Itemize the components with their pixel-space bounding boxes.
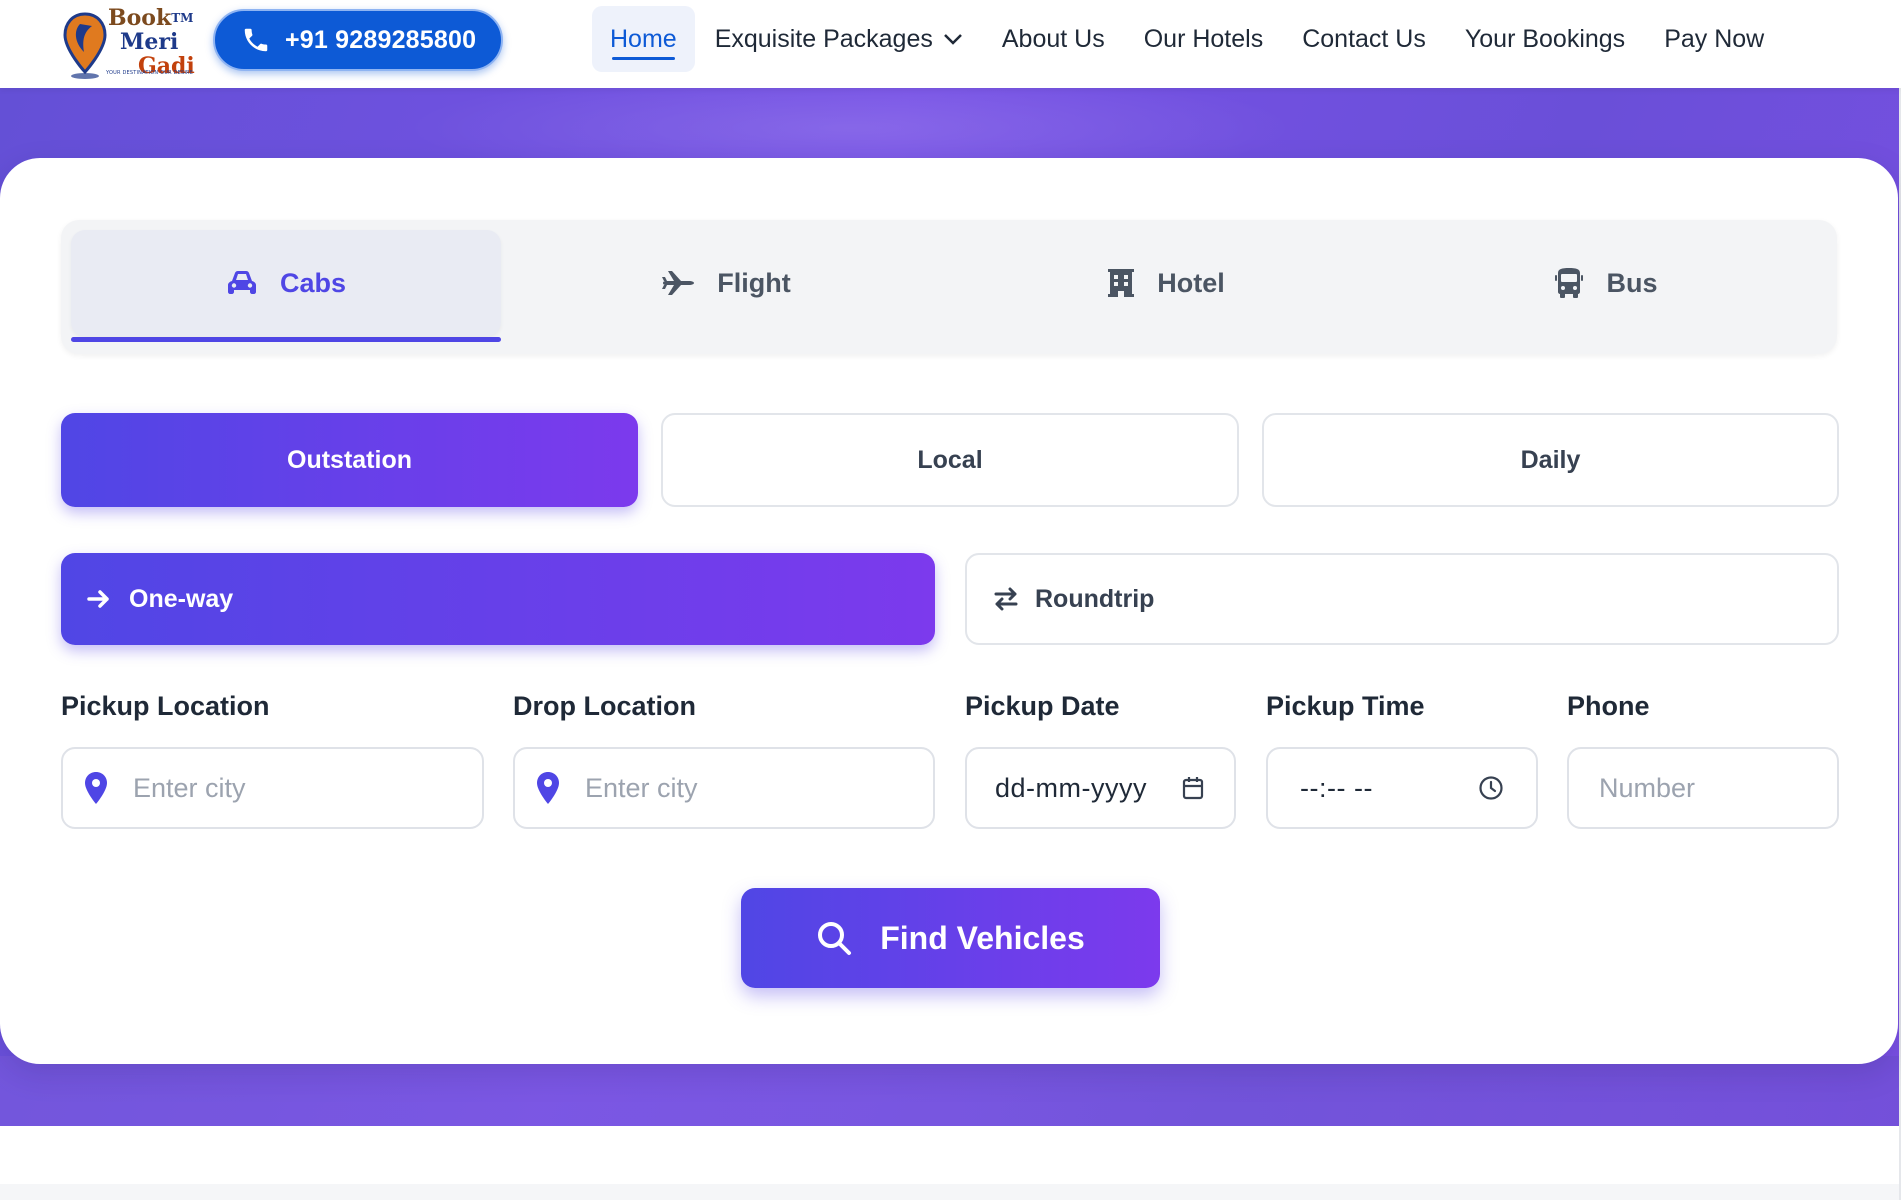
phone-number: +91 9289285800	[285, 25, 477, 54]
nav-contact-us[interactable]: Contact Us	[1302, 25, 1426, 54]
tab-flight-label: Flight	[717, 267, 791, 298]
pickup-date-input[interactable]: dd-mm-yyyy	[965, 747, 1236, 829]
phone-number-placeholder: Number	[1599, 772, 1696, 803]
drop-location-label: Drop Location	[513, 691, 696, 721]
mode-local-button[interactable]: Local	[661, 413, 1239, 507]
search-icon	[818, 922, 852, 955]
pickup-date-label: Pickup Date	[965, 691, 1120, 721]
tab-cabs-label: Cabs	[279, 267, 347, 298]
find-vehicles-button[interactable]: Find Vehicles	[741, 888, 1160, 988]
swap-arrows-icon	[994, 587, 1018, 611]
one-way-button[interactable]: One-way	[61, 553, 935, 645]
find-vehicles-label: Find Vehicles	[880, 919, 1085, 956]
drop-location-input[interactable]: Enter city	[513, 747, 935, 829]
phone-icon	[244, 28, 268, 52]
phone-label: Phone	[1567, 691, 1650, 721]
call-phone-button[interactable]: +91 9289285800	[213, 9, 503, 71]
main-nav: Home Exquisite Packages About Us Our Hot…	[592, 6, 1803, 72]
arrow-right-icon	[87, 590, 109, 608]
calendar-icon[interactable]	[1182, 776, 1204, 800]
building-icon	[1108, 269, 1135, 297]
nav-pay-now[interactable]: Pay Now	[1664, 25, 1764, 54]
logo-word-meri: Meri	[120, 29, 179, 55]
bus-icon	[1555, 268, 1584, 298]
pickup-location-input[interactable]: Enter city	[61, 747, 484, 829]
pickup-time-value: --:-- --	[1300, 772, 1373, 803]
pickup-location-label: Pickup Location	[61, 691, 270, 721]
drop-location-placeholder: Enter city	[585, 772, 698, 803]
top-navbar: BookTM Meri Gadi YOUR DESTINATION OUR DE…	[0, 0, 1901, 88]
roundtrip-label: Roundtrip	[1035, 584, 1155, 613]
pickup-date-value: dd-mm-yyyy	[995, 772, 1147, 803]
nav-your-bookings[interactable]: Your Bookings	[1465, 25, 1625, 54]
logo-trademark: TM	[171, 11, 194, 25]
location-pin-icon	[85, 772, 107, 804]
nav-our-hotels[interactable]: Our Hotels	[1144, 25, 1263, 54]
pickup-location-placeholder: Enter city	[133, 772, 246, 803]
clock-icon[interactable]	[1478, 775, 1504, 801]
service-tabs: Cabs Flight Hotel Bus	[61, 220, 1837, 354]
pickup-time-label: Pickup Time	[1266, 691, 1425, 721]
phone-number-input[interactable]: Number	[1567, 747, 1839, 829]
tab-bus[interactable]: Bus	[1391, 230, 1821, 336]
brand-logo[interactable]: BookTM Meri Gadi YOUR DESTINATION OUR DE…	[58, 4, 195, 84]
roundtrip-button[interactable]: Roundtrip	[965, 553, 1839, 645]
mode-outstation-button[interactable]: Outstation	[61, 413, 638, 507]
tab-flight[interactable]: Flight	[511, 230, 941, 336]
page-below-hero	[0, 1126, 1901, 1200]
nav-exquisite-packages[interactable]: Exquisite Packages	[715, 25, 963, 54]
one-way-label: One-way	[129, 584, 234, 613]
car-icon	[227, 271, 256, 294]
tab-hotel-label: Hotel	[1157, 267, 1225, 298]
chevron-down-icon	[943, 34, 962, 45]
nav-home[interactable]: Home	[592, 6, 695, 72]
nav-exquisite-packages-label: Exquisite Packages	[714, 24, 933, 53]
tab-hotel[interactable]: Hotel	[951, 230, 1381, 336]
booking-card: Cabs Flight Hotel Bus Outstation Local D…	[0, 158, 1898, 1064]
logo-tagline: YOUR DESTINATION OUR DESIRE	[106, 70, 194, 76]
tab-bus-label: Bus	[1606, 267, 1658, 298]
mode-daily-button[interactable]: Daily	[1262, 413, 1839, 507]
pickup-time-input[interactable]: --:-- --	[1266, 747, 1538, 829]
map-pin-logo-icon	[63, 12, 107, 79]
tab-cabs[interactable]: Cabs	[71, 230, 501, 342]
location-pin-icon	[537, 772, 559, 804]
plane-icon	[662, 271, 695, 295]
nav-about-us[interactable]: About Us	[1002, 25, 1105, 54]
logo-word-book: Book	[108, 5, 172, 31]
